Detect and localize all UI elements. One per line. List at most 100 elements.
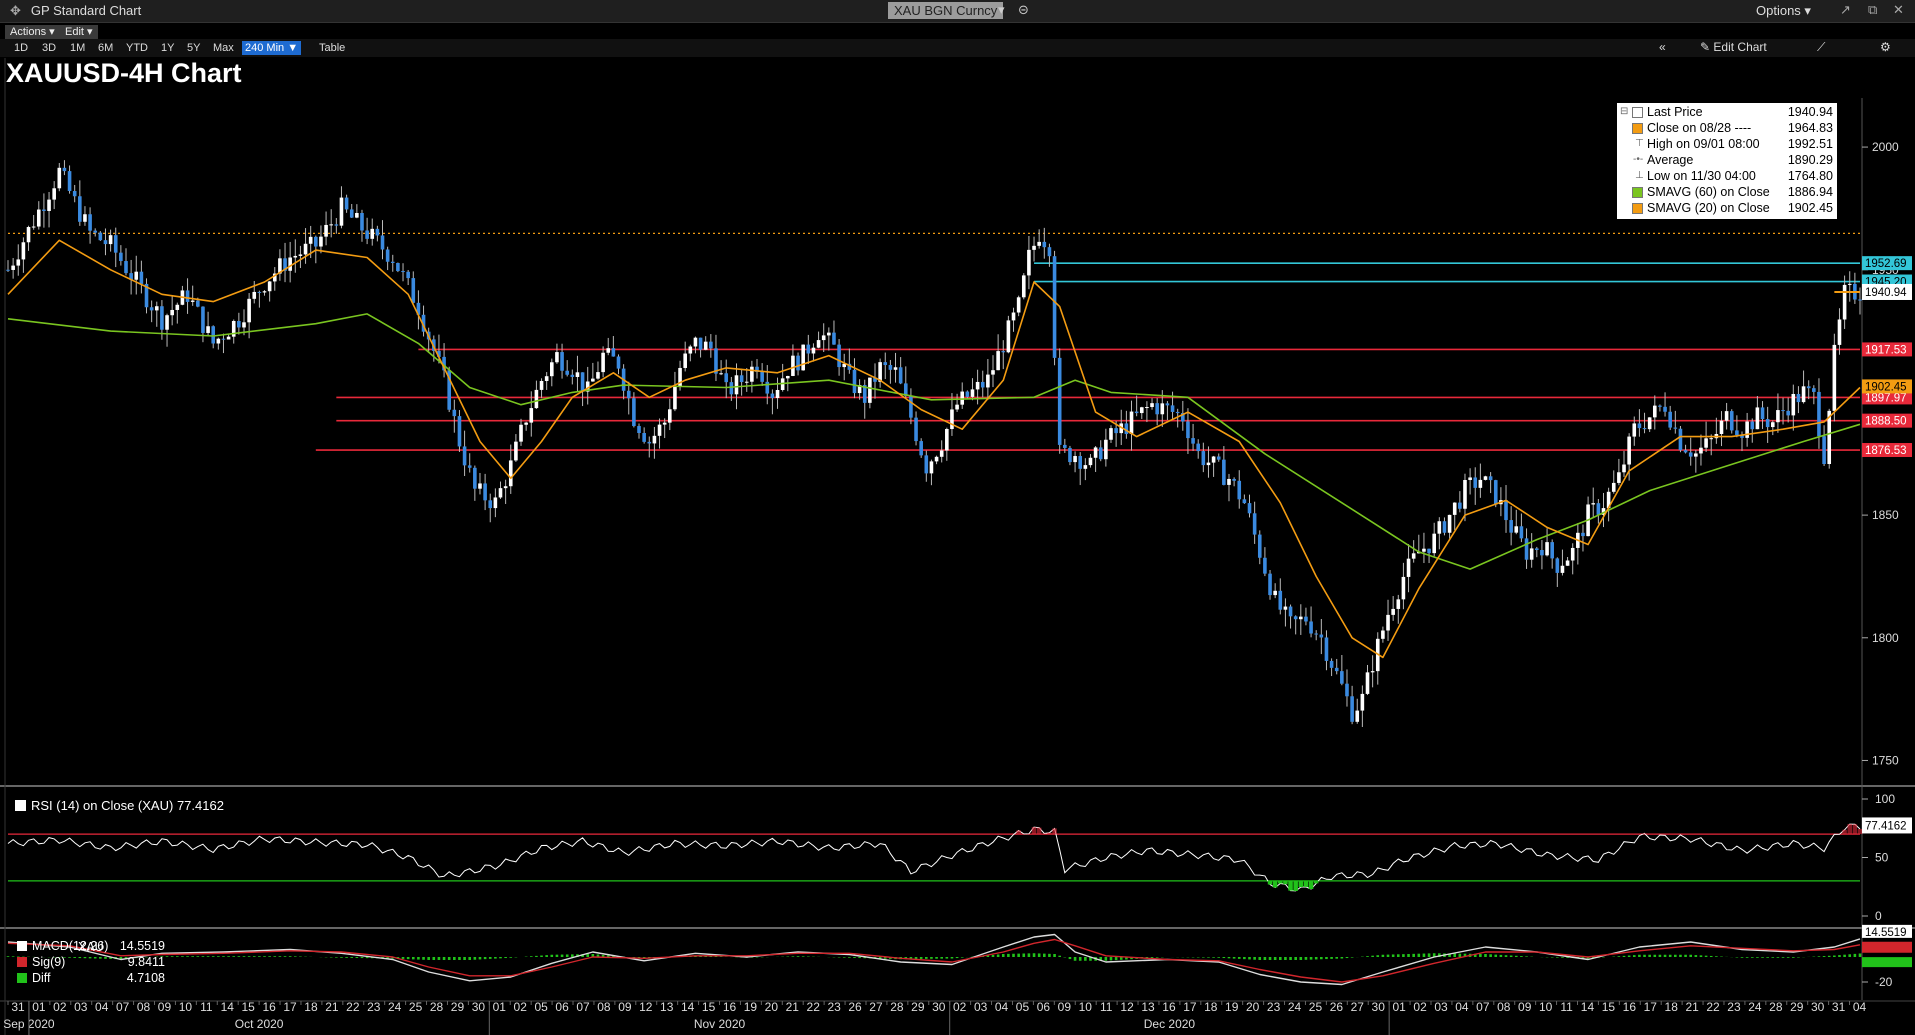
range-240min[interactable]: 240 Min ▼	[242, 41, 302, 55]
candle-body	[1319, 634, 1324, 638]
candle-body	[1683, 450, 1688, 453]
candle-body	[1129, 411, 1134, 435]
x-tick-label: 30	[1372, 1000, 1386, 1014]
candle-body	[1750, 421, 1755, 430]
candle-body	[626, 390, 631, 399]
restore-icon[interactable]: ⧉	[1868, 2, 1877, 18]
candle-body	[1663, 406, 1667, 412]
candle-body	[437, 350, 441, 357]
collapse-legend-icon[interactable]: ⊟	[1620, 104, 1628, 120]
candle-body	[1478, 479, 1483, 488]
legend-label: High on 09/01 08:00	[1647, 137, 1760, 151]
candle-body	[1150, 403, 1154, 408]
candle-body	[852, 369, 857, 394]
candle-body	[883, 362, 888, 366]
link-icon[interactable]: ⊝	[1018, 2, 1029, 18]
range-1m[interactable]: 1M	[67, 41, 88, 55]
edit-menu[interactable]: Edit ▾	[60, 25, 98, 39]
x-tick-label: 31	[1832, 1000, 1846, 1014]
candle-body	[1396, 599, 1401, 609]
candle-body	[1570, 547, 1575, 561]
x-tick-label: 13	[660, 1000, 674, 1014]
candle-body	[703, 341, 708, 350]
candle-body	[1345, 683, 1349, 697]
candle-body	[365, 230, 369, 239]
candle-body	[108, 235, 113, 245]
range-5y[interactable]: 5Y	[184, 41, 203, 55]
candle-body	[816, 340, 821, 348]
candle-body	[950, 409, 954, 430]
move-icon[interactable]: ✥	[10, 3, 21, 18]
x-tick-label: 15	[242, 1000, 256, 1014]
y-tick-label: 2000	[1872, 140, 1899, 154]
chevron-down-icon[interactable]: ▾	[998, 2, 1005, 18]
x-tick-label: 07	[576, 1000, 590, 1014]
candle-body	[98, 232, 103, 241]
x-tick-label: 01	[493, 1000, 507, 1014]
candle-body	[1170, 405, 1175, 412]
gear-icon[interactable]: ⚙	[1880, 40, 1891, 54]
candle-body	[1632, 423, 1637, 437]
ticker-input[interactable]: XAU BGN Curncy	[888, 2, 1004, 19]
x-tick-label: 11	[1100, 1000, 1113, 1014]
candle-body	[134, 271, 139, 280]
candle-body	[780, 378, 785, 390]
candle-body	[1134, 411, 1139, 414]
candle-body	[1242, 499, 1247, 504]
legend-swatch	[17, 957, 27, 967]
x-tick-label: 29	[911, 1000, 925, 1014]
range-ytd[interactable]: YTD	[123, 41, 151, 55]
price-level-label: 1917.53	[1865, 344, 1907, 356]
range-max[interactable]: Max	[210, 41, 237, 55]
x-tick-label: 23	[1727, 1000, 1741, 1014]
candle-body	[1063, 444, 1067, 448]
range-1d[interactable]: 1D	[11, 41, 31, 55]
y-tick-label: 1950	[1872, 263, 1899, 277]
candle-body	[688, 346, 693, 354]
legend-value: 4.7108	[126, 971, 165, 985]
candle-body	[1047, 247, 1052, 257]
candle-body	[160, 306, 164, 330]
range-1y[interactable]: 1Y	[158, 41, 177, 55]
legend-value: 1964.83	[1787, 121, 1833, 135]
close-icon[interactable]: ✕	[1893, 2, 1904, 18]
range-3d[interactable]: 3D	[39, 41, 59, 55]
candle-body	[88, 214, 92, 231]
candle-body	[575, 372, 580, 377]
legend-swatch	[17, 973, 27, 983]
options-button[interactable]: Options ▾	[1756, 3, 1811, 19]
candle-body	[1329, 660, 1334, 668]
price-level-label: 1876.53	[1865, 445, 1907, 457]
candle-body	[1596, 503, 1601, 515]
range-6m[interactable]: 6M	[95, 41, 116, 55]
table-button[interactable]: Table	[316, 41, 348, 55]
candle-body	[878, 362, 882, 382]
actions-menu[interactable]: Actions ▾	[5, 25, 60, 39]
candle-body	[421, 314, 426, 332]
price-level-tag	[1862, 256, 1912, 271]
draw-icon[interactable]: ⟋	[1817, 40, 1825, 55]
candle-body	[1263, 557, 1267, 574]
candle-body	[308, 236, 313, 244]
candle-body	[1483, 476, 1488, 480]
candle-body	[1057, 357, 1062, 445]
legend-row-last: ⊟ Last Price 1940.94	[1617, 104, 1837, 120]
x-tick-label: 04	[95, 1000, 109, 1014]
edit-chart-button[interactable]: ✎ Edit Chart	[1700, 40, 1767, 54]
candle-body	[344, 197, 349, 210]
candle-body	[1252, 513, 1257, 535]
macd-diff-tag	[1862, 957, 1912, 968]
collapse-button[interactable]: «	[1659, 40, 1666, 54]
x-tick-label: 16	[1623, 1000, 1637, 1014]
legend-label: Close on 08/28 ----	[1647, 121, 1752, 135]
candle-body	[939, 450, 944, 457]
candle-body	[529, 408, 534, 423]
candle-body	[1519, 526, 1524, 539]
candle-body	[898, 367, 903, 384]
candle-body	[1155, 403, 1159, 415]
candle-body	[170, 309, 174, 316]
popout-icon[interactable]: ↗	[1840, 2, 1851, 18]
menu-bar: Actions ▾ Edit ▾	[0, 23, 400, 39]
price-level-tag	[1862, 342, 1912, 357]
candle-body	[857, 385, 862, 394]
